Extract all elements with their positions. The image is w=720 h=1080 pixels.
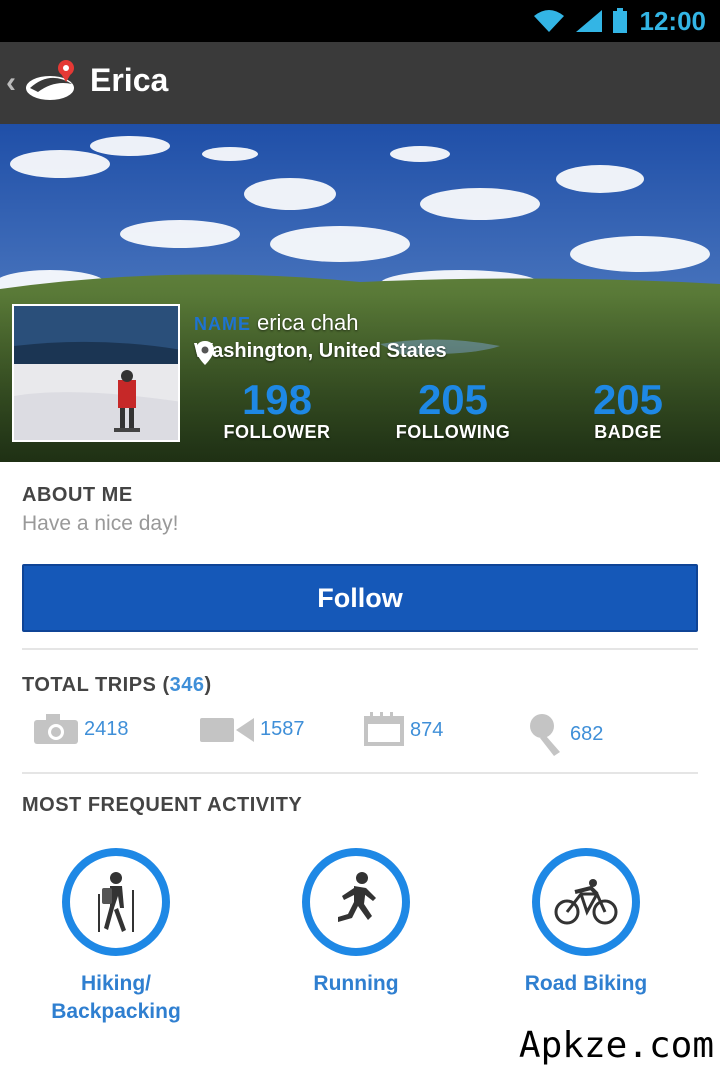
activity-circle [532,848,640,956]
activity-road-biking[interactable]: Road Biking [486,848,686,998]
battery-icon [612,8,627,33]
activity-label: Road Biking [486,970,686,998]
activity-label-line2: Backpacking [51,1000,181,1023]
activity-circle [62,848,170,956]
stat-value: 198 [241,376,313,423]
trip-stat-value: 1587 [260,717,305,740]
hiking-icon [98,872,134,932]
divider [22,648,698,650]
activity-heading: MOST FREQUENT ACTIVITY [22,794,303,816]
stat-label: FOLLOWING [395,422,511,442]
trip-stat-value: 2418 [84,717,129,740]
user-location: Washington, United States [194,340,447,362]
activity-label: Hiking/ Backpacking [16,970,216,1026]
journal-icon [364,712,404,746]
avatar[interactable] [12,304,180,442]
activity-label-line1: Hiking/ [80,972,151,995]
name-label: NAME [194,314,251,334]
signal-icon [575,10,602,32]
about-me-text: Have a nice day! [22,512,179,535]
about-me-heading: ABOUT ME [22,484,133,506]
total-trips-label: TOTAL TRIPS ( [22,674,170,696]
total-trips-count: 346 [169,674,205,696]
user-name: erica chah [257,310,359,335]
wifi-icon [533,10,564,32]
status-icons: 12:00 [532,5,707,36]
camera-icon [34,714,78,744]
location-row: Washington, United States [194,340,447,365]
microphone-icon [530,714,560,756]
total-trips-close: ) [204,674,212,696]
trip-stat-audio[interactable]: 682 [526,712,603,756]
app-logo-icon[interactable] [20,54,82,108]
activity-label: Running [256,970,456,998]
page-title: Erica [90,62,169,98]
activity-running[interactable]: Running [256,848,456,998]
activity-hiking[interactable]: Hiking/ Backpacking [16,848,216,1026]
running-icon [338,872,376,922]
stat-value: 205 [417,376,489,423]
location-pin-icon [196,341,214,365]
stat-label: BADGE [594,422,662,442]
stat-label: FOLLOWER [223,422,331,442]
stat-value: 205 [592,376,664,423]
action-bar: ‹ Erica [0,42,720,124]
stat-following[interactable]: 205 FOLLOWING [378,378,528,443]
status-time: 12:00 [639,5,707,36]
trip-stat-journals[interactable]: 874 [362,712,443,748]
status-bar: 12:00 [0,0,720,42]
back-chevron-icon[interactable]: ‹ [6,66,16,100]
divider [22,772,698,774]
trip-stat-value: 874 [410,718,444,741]
activity-label-line1: Road Biking [524,972,648,995]
profile-cover: NAME erica chah Washington, United State… [0,124,720,462]
total-trips-heading: TOTAL TRIPS (346) [22,674,212,697]
road-biking-icon [554,879,618,925]
watermark: Apkze.com [518,1025,714,1066]
trip-stat-photos[interactable]: 2418 [32,712,129,746]
trip-stat-value: 682 [570,722,604,745]
stat-follower[interactable]: 198 FOLLOWER [206,378,348,443]
name-row: NAME erica chah [194,310,359,336]
trip-stat-videos[interactable]: 1587 [198,712,305,746]
follow-button[interactable]: Follow [22,564,698,632]
activity-circle [302,848,410,956]
video-icon [200,718,254,742]
activity-label-line1: Running [313,972,399,995]
stat-badge[interactable]: 205 BADGE [570,378,686,443]
